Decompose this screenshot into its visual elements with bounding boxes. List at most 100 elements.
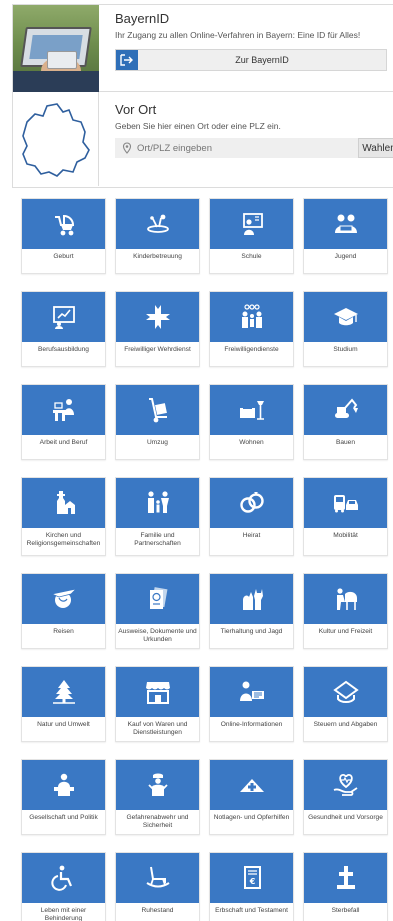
tile-notlagen[interactable]: Notlagen- und Opferhilfen xyxy=(209,759,294,835)
bayernid-title: BayernID xyxy=(115,11,170,26)
tile-familie[interactable]: Familie und Partnerschaften xyxy=(115,477,200,556)
tile-label: Sterbefall xyxy=(331,907,360,914)
tile-label: Umzug xyxy=(147,439,168,446)
cross-emblem-icon xyxy=(145,305,170,329)
hand-truck-icon xyxy=(148,398,167,423)
tile-ruhestand[interactable]: Ruhestand xyxy=(115,852,200,921)
tile-label: Ruhestand xyxy=(141,907,174,914)
tile-wehrdienst[interactable]: Freiwilliger Wehrdienst xyxy=(115,291,200,367)
plane-globe-icon xyxy=(50,588,77,608)
blackboard-icon xyxy=(242,213,263,235)
safety-person-icon xyxy=(147,773,168,796)
tile-label: Arbeit und Beruf xyxy=(39,439,88,446)
tile-gesundheit[interactable]: Gesundheit und Vorsorge xyxy=(303,759,388,835)
tile-label: Online-Informationen xyxy=(220,721,283,728)
tile-label: Reisen xyxy=(53,628,74,635)
tax-hat-icon xyxy=(332,680,359,703)
volunteers-icon xyxy=(241,304,262,328)
tile-jugend[interactable]: Jugend xyxy=(303,198,388,274)
youth-icon xyxy=(334,214,357,233)
tile-kauf[interactable]: Kauf von Waren und Dienstleistungen xyxy=(115,666,200,742)
tile-kirchen[interactable]: Kirchen und Religionsgemeinschaften xyxy=(21,477,106,556)
location-pin-icon xyxy=(122,142,132,154)
speaker-podium-icon xyxy=(53,773,74,796)
vorort-card: Vor Ort Geben Sie hier einen Ort oder ei… xyxy=(12,92,393,188)
graduation-cap-icon xyxy=(333,308,358,326)
tile-label: Erbschaft und Testament xyxy=(215,907,288,914)
tile-behinderung[interactable]: Leben mit einer Behinderung xyxy=(21,852,106,921)
office-desk-icon xyxy=(52,399,74,421)
aid-tent-icon xyxy=(239,779,264,792)
tile-label: Kultur und Freizeit xyxy=(318,628,373,635)
tile-reisen[interactable]: Reisen xyxy=(21,573,106,649)
tile-berufsausbildung[interactable]: Berufsausbildung xyxy=(21,291,106,367)
tile-gefahrenabwehr[interactable]: Gefahrenabwehr und Sicherheit xyxy=(115,759,200,835)
tile-label: Freiwilliger Wehrdienst xyxy=(124,346,191,353)
bayernid-button-label: Zur BayernID xyxy=(235,55,289,65)
tile-label: Mobilität xyxy=(333,532,358,539)
tile-schule[interactable]: Schule xyxy=(209,198,294,274)
tile-sterbefall[interactable]: Sterbefall xyxy=(303,852,388,921)
tile-erbschaft[interactable]: € Erbschaft und Testament xyxy=(209,852,294,921)
location-search[interactable] xyxy=(115,138,358,158)
tile-label: Jugend xyxy=(334,253,357,260)
grave-cross-icon xyxy=(336,866,355,889)
tile-label: Gesellschaft und Politik xyxy=(29,814,98,821)
presentation-icon xyxy=(52,306,75,329)
excavator-icon xyxy=(334,398,358,418)
stroller-icon xyxy=(54,214,74,236)
tile-label: Tierhaltung und Jagd xyxy=(220,628,283,635)
tile-heirat[interactable]: Heirat xyxy=(209,477,294,556)
tile-gesellschaft[interactable]: Gesellschaft und Politik xyxy=(21,759,106,835)
choose-location-button[interactable]: Wahlen xyxy=(358,138,393,158)
tile-label: Kinderbetreuung xyxy=(133,253,182,260)
tile-arbeit-beruf[interactable]: Arbeit und Beruf xyxy=(21,384,106,460)
bavaria-map-icon xyxy=(13,92,99,186)
user-computer-icon xyxy=(239,681,264,701)
armchair-lamp-icon xyxy=(239,401,264,420)
tile-label: Gefahrenabwehr und Sicherheit xyxy=(126,814,189,829)
tile-label: Ausweise, Dokumente und Urkunden xyxy=(118,628,197,643)
tile-umzug[interactable]: Umzug xyxy=(115,384,200,460)
tile-online-info[interactable]: Online-Informationen xyxy=(209,666,294,742)
tile-wohnen[interactable]: Wohnen xyxy=(209,384,294,460)
tile-mobilitaet[interactable]: Mobilität xyxy=(303,477,388,556)
tile-natur[interactable]: Natur und Umwelt xyxy=(21,666,106,742)
tile-geburt[interactable]: Geburt xyxy=(21,198,106,274)
category-grid: Geburt Kinderbetreuung Schule Jugend Ber… xyxy=(21,198,392,921)
vorort-title: Vor Ort xyxy=(115,102,157,117)
tile-label: Heirat xyxy=(242,532,261,539)
tile-label: Studium xyxy=(333,346,358,353)
bayernid-photo xyxy=(13,5,99,92)
pets-icon xyxy=(242,589,263,610)
piano-icon xyxy=(336,588,357,610)
church-icon xyxy=(56,491,75,514)
wheelchair-icon xyxy=(50,865,72,891)
tile-freiwilligendienste[interactable]: Freiwilligendienste xyxy=(209,291,294,367)
tile-ausweise[interactable]: Ausweise, Dokumente und Urkunden xyxy=(115,573,200,649)
tile-label: Schule xyxy=(241,253,262,260)
bayernid-subtitle: Ihr Zugang zu allen Online-Verfahren in … xyxy=(115,30,361,40)
vorort-subtitle: Geben Sie hier einen Ort oder eine PLZ e… xyxy=(115,121,281,131)
tile-kultur[interactable]: Kultur und Freizeit xyxy=(303,573,388,649)
tile-label: Berufsausbildung xyxy=(38,346,89,353)
tile-label: Familie und Partnerschaften xyxy=(134,532,181,547)
tile-label: Gesundheit und Vorsorge xyxy=(308,814,383,821)
location-search-input[interactable] xyxy=(137,142,337,154)
tree-icon xyxy=(52,680,75,704)
tile-label: Kirchen und Religionsgemeinschaften xyxy=(26,532,101,547)
tile-bauen[interactable]: Bauen xyxy=(303,384,388,460)
tile-steuern[interactable]: Steuern und Abgaben xyxy=(303,666,388,742)
bayernid-button[interactable]: Zur BayernID xyxy=(115,49,387,71)
family-icon xyxy=(147,491,169,513)
tile-label: Wohnen xyxy=(239,439,264,446)
tile-kinderbetreuung[interactable]: Kinderbetreuung xyxy=(115,198,200,274)
bayernid-card: BayernID Ihr Zugang zu allen Online-Verf… xyxy=(12,4,393,92)
rings-icon xyxy=(239,492,264,513)
shop-icon xyxy=(145,682,170,704)
tile-studium[interactable]: Studium xyxy=(303,291,388,367)
tile-label: Natur und Umwelt xyxy=(37,721,90,728)
tile-tierhaltung[interactable]: Tierhaltung und Jagd xyxy=(209,573,294,649)
login-arrow-icon xyxy=(116,50,138,70)
tile-label: Geburt xyxy=(53,253,74,260)
